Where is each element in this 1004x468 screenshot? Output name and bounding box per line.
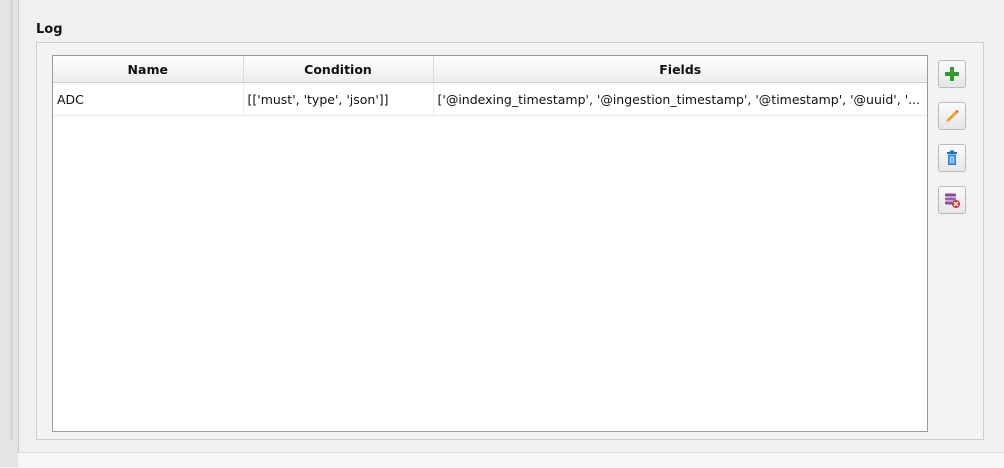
edit-button[interactable] — [938, 102, 966, 130]
table-header-row: Name Condition Fields — [53, 56, 927, 83]
cell-name[interactable]: ADC — [53, 82, 244, 116]
clear-all-icon — [945, 193, 960, 208]
delete-button[interactable] — [938, 144, 966, 172]
log-table[interactable]: Name Condition Fields ADC [['must', 'typ… — [52, 55, 928, 432]
log-group-title: Log — [36, 22, 63, 37]
plus-icon — [945, 67, 959, 81]
cell-fields[interactable]: ['@indexing_timestamp', '@ingestion_time… — [433, 82, 927, 116]
cell-condition[interactable]: [['must', 'type', 'json']] — [243, 82, 434, 116]
trash-icon — [947, 150, 957, 165]
bottom-border — [18, 452, 1004, 468]
table-row[interactable]: ADC [['must', 'type', 'json']] ['@indexi… — [53, 82, 927, 116]
clear-all-button[interactable] — [938, 186, 966, 214]
column-header-condition[interactable]: Condition — [243, 56, 434, 83]
column-header-fields[interactable]: Fields — [433, 56, 927, 83]
left-panel-border — [0, 0, 19, 467]
add-button[interactable] — [938, 60, 966, 88]
column-header-name[interactable]: Name — [53, 56, 244, 83]
pencil-icon — [946, 109, 959, 123]
